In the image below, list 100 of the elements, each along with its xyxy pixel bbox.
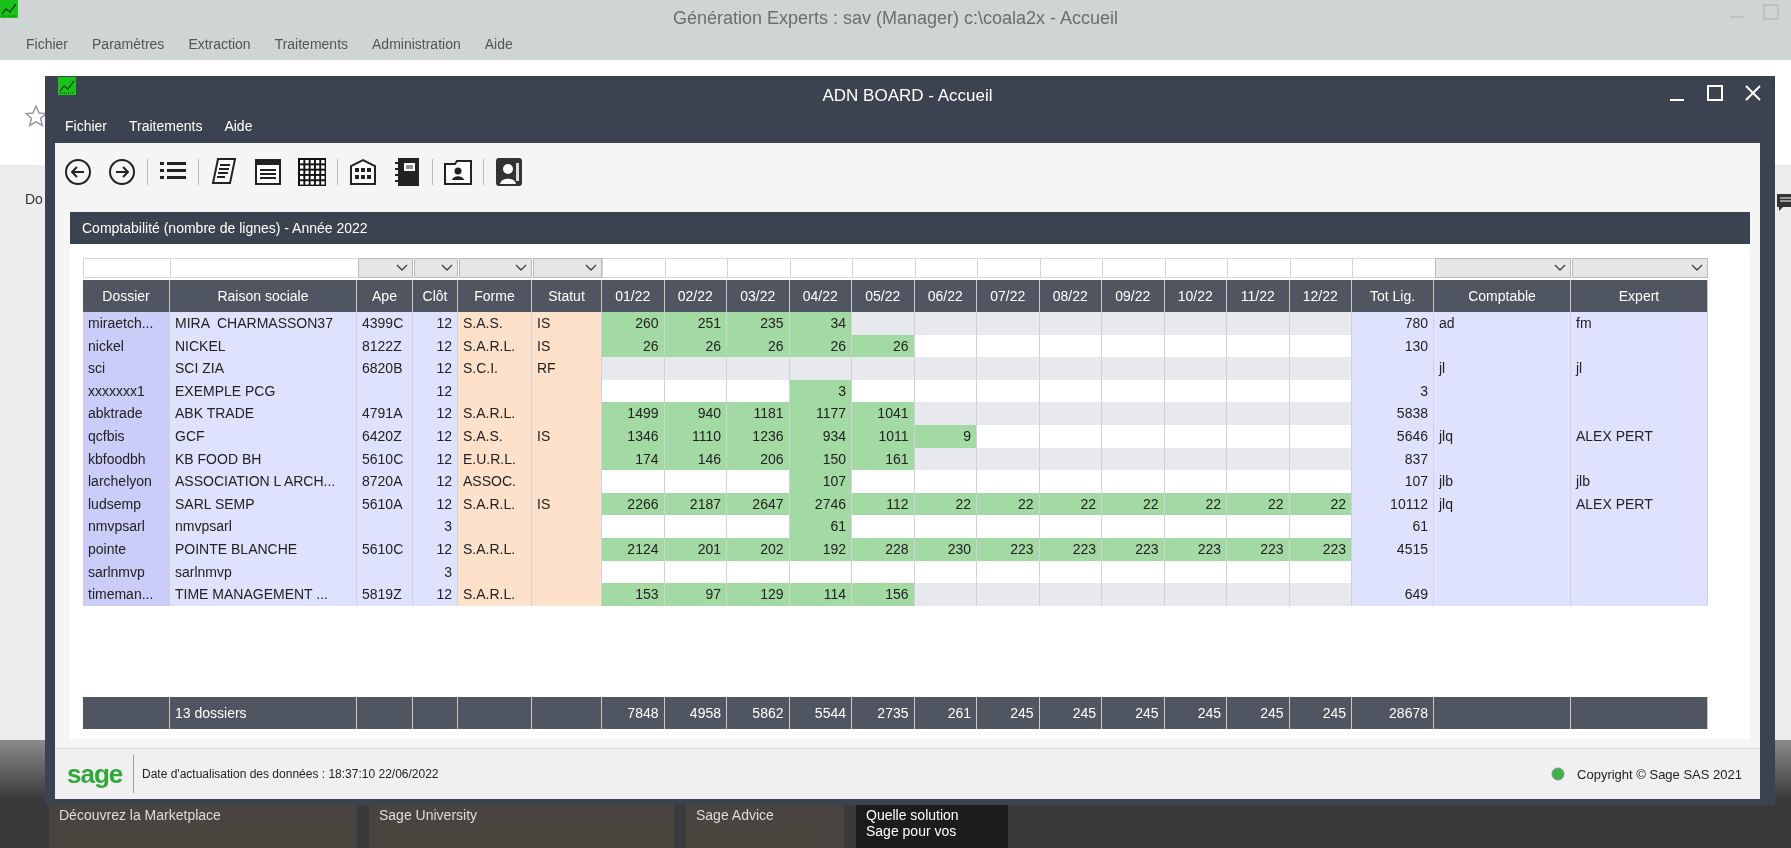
table-cell: qcfbis [83, 424, 170, 448]
table-cell: jlb [1571, 470, 1708, 493]
table-cell: MIRA CHARMASSON37 [170, 312, 357, 335]
table-cell: 114 [789, 583, 852, 606]
table-cell: IS [532, 424, 602, 448]
table-cell: 8720A [357, 470, 413, 493]
table-cell: 12 [413, 357, 458, 380]
menu-item[interactable]: Aide [484, 36, 513, 52]
table-cell [1102, 447, 1165, 471]
table-cell: timeman... [83, 583, 170, 606]
table-cell: 12 [413, 470, 458, 493]
table-cell [852, 312, 915, 335]
promo-card[interactable]: Sage University [369, 805, 674, 848]
promo-title: Découvrez la Marketplace [59, 807, 222, 823]
table-cell: SCI ZIA [170, 357, 357, 380]
close-icon[interactable] [1744, 84, 1762, 102]
table-cell: 130 [1352, 334, 1434, 358]
table-cell: 2647 [727, 492, 790, 516]
document-icon[interactable] [211, 156, 237, 187]
table-cell: 107 [789, 470, 852, 493]
forward-icon[interactable] [108, 157, 136, 186]
promo-card[interactable]: Sage Advice [686, 805, 844, 848]
table-cell: ABK TRADE [170, 402, 357, 425]
grid-icon[interactable] [298, 157, 326, 186]
window-title: Génération Experts : sav (Manager) c:\coala2x - Accueil [672, 8, 1119, 29]
table-cell: S.A.R.L. [458, 334, 532, 358]
table-cell: S.A.R.L. [458, 492, 532, 516]
building-icon[interactable] [349, 157, 377, 186]
table-cell: abktrade [83, 402, 170, 425]
table-cell [1102, 357, 1165, 380]
person-badge-icon[interactable] [495, 156, 523, 187]
table-cell: jl [1571, 357, 1708, 380]
copyright-text: Copyright © Sage SAS 2021 [1577, 766, 1742, 782]
table-cell: 202 [727, 537, 790, 561]
table-cell: 22 [977, 492, 1040, 516]
form-icon[interactable] [254, 157, 282, 186]
menu-item[interactable]: Fichier [65, 118, 107, 134]
back-icon[interactable] [64, 157, 92, 186]
table-cell: sarlnmvp [83, 560, 170, 584]
table-cell: 12 [413, 424, 458, 448]
table-cell: 837 [1352, 447, 1434, 471]
table-cell [1164, 583, 1227, 606]
menu-item[interactable]: Traitements [274, 36, 348, 52]
table-cell: 235 [727, 312, 790, 335]
table-cell: 61 [1352, 515, 1434, 538]
menu-item[interactable]: Fichier [26, 36, 68, 52]
table-cell: 12 [413, 379, 458, 403]
table-cell [914, 583, 977, 606]
table-cell: S.A.S. [458, 312, 532, 335]
table-cell [727, 357, 790, 380]
table-cell: 112 [852, 492, 915, 516]
table-cell [1102, 312, 1165, 335]
table-cell: 12 [413, 402, 458, 425]
table-cell: 129 [727, 583, 790, 606]
table-cell [1102, 583, 1165, 606]
section-label: Do [25, 191, 43, 207]
chevron-down-icon [1691, 264, 1703, 272]
table-cell: 161 [852, 447, 915, 471]
table-cell: ALEX PERT [1571, 492, 1708, 516]
table-cell: IS [532, 312, 602, 335]
contact-card-icon[interactable] [443, 157, 473, 186]
table-cell: 6420Z [357, 424, 413, 448]
chevron-down-icon [396, 264, 408, 272]
notebook-icon[interactable] [393, 156, 421, 187]
chevron-down-icon [1554, 264, 1566, 272]
table-cell: 1177 [789, 402, 852, 425]
table-cell [914, 357, 977, 380]
menu-item[interactable]: Traitements [129, 118, 203, 134]
table-cell [914, 402, 977, 425]
table-cell: 5819Z [357, 583, 413, 606]
table-cell [1164, 312, 1227, 335]
table-cell: 780 [1352, 312, 1434, 335]
footer-cell: 4958 [664, 696, 727, 729]
table-cell: kbfoodbh [83, 447, 170, 471]
promo-card[interactable]: Découvrez la Marketplace [49, 805, 357, 848]
star-icon[interactable] [25, 105, 47, 127]
table-cell: 12 [413, 447, 458, 471]
table-cell: 5838 [1352, 402, 1434, 425]
table-cell: RF [532, 357, 602, 380]
table-cell [1102, 402, 1165, 425]
table-cell: sci [83, 357, 170, 380]
table-cell: 12 [413, 492, 458, 516]
menu-item[interactable]: Extraction [188, 36, 251, 52]
table-cell: 174 [602, 447, 665, 471]
table-cell [1227, 447, 1290, 471]
table-cell: 1236 [727, 424, 790, 448]
menu-item[interactable]: Aide [224, 118, 253, 134]
table-cell: 26 [852, 334, 915, 358]
table-cell: 1041 [852, 402, 915, 425]
promo-card[interactable]: Quelle solution Sage pour vos [856, 805, 1008, 848]
chat-icon[interactable] [1777, 192, 1791, 212]
menu-item[interactable]: Administration [372, 36, 461, 52]
table-cell: TIME MANAGEMENT ... [170, 583, 357, 606]
promo-title: Quelle solution [866, 807, 960, 823]
footer-cell: 28678 [1352, 696, 1434, 729]
menu-item[interactable]: Paramètres [92, 36, 165, 52]
table-cell: GCF [170, 424, 357, 448]
footer-cell: 245 [1039, 696, 1102, 729]
table-cell: ASSOC. [458, 470, 532, 493]
table-cell: 12 [413, 312, 458, 335]
